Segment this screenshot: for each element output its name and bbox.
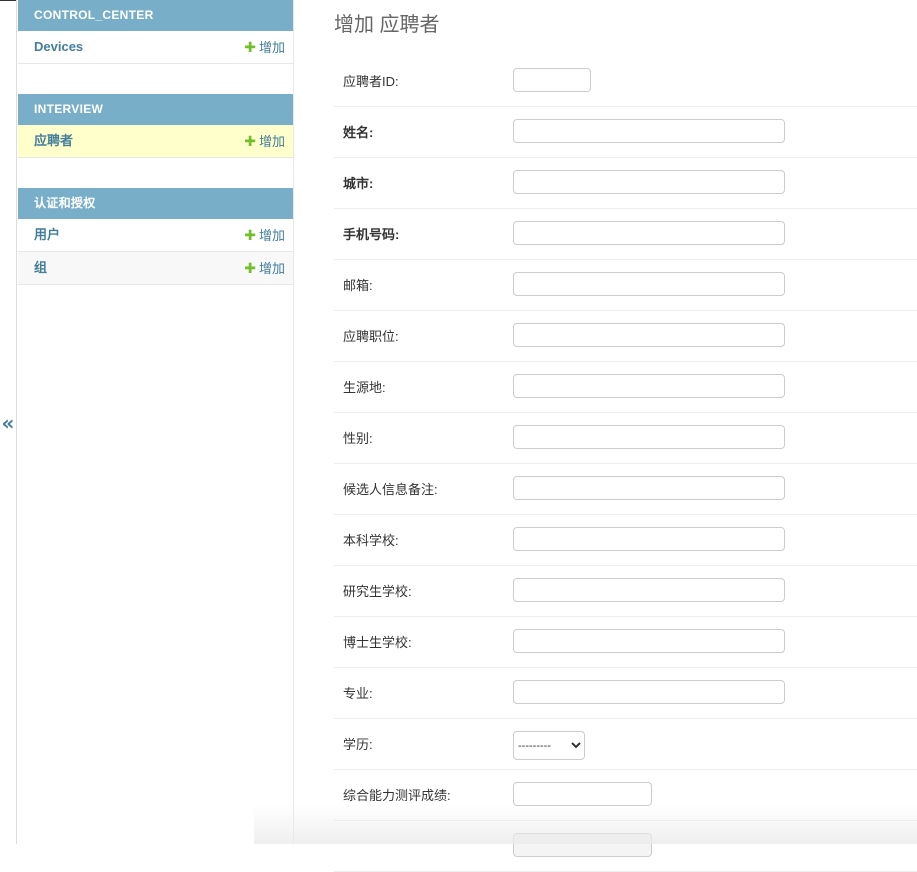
module-auth: 认证和授权 用户 ✚ 增加 组 ✚ 增加 bbox=[18, 188, 293, 285]
form-row-doctor-school: 博士生学校: bbox=[334, 617, 917, 668]
gender-input[interactable] bbox=[513, 425, 785, 449]
sidebar-item-devices: Devices ✚ 增加 bbox=[18, 31, 293, 64]
major-input[interactable] bbox=[513, 680, 785, 704]
test-score-label: 综合能力测评成绩: bbox=[343, 788, 451, 803]
major-label: 专业: bbox=[343, 686, 373, 701]
form-row-degree: 学历: --------- bbox=[334, 719, 917, 770]
plus-icon: ✚ bbox=[244, 39, 256, 55]
doctor-school-label: 博士生学校: bbox=[343, 635, 412, 650]
sidebar-item-users: 用户 ✚ 增加 bbox=[18, 219, 293, 252]
email-input[interactable] bbox=[513, 272, 785, 296]
degree-label: 学历: bbox=[343, 737, 373, 752]
notes-label: 候选人信息备注: bbox=[343, 482, 438, 497]
form-row-next bbox=[334, 821, 917, 872]
module-control-center: CONTROL_CENTER Devices ✚ 增加 bbox=[18, 0, 293, 64]
bachelor-school-label: 本科学校: bbox=[343, 533, 399, 548]
sidebar-item-groups-link[interactable]: 组 bbox=[34, 260, 47, 275]
origin-label: 生源地: bbox=[343, 380, 386, 395]
add-devices-link[interactable]: ✚ 增加 bbox=[244, 31, 285, 64]
name-input[interactable] bbox=[513, 119, 785, 143]
phone-label: 手机号码: bbox=[343, 227, 400, 242]
sidebar: CONTROL_CENTER Devices ✚ 增加 INTERVIEW 应聘者… bbox=[17, 0, 294, 844]
notes-input[interactable] bbox=[513, 476, 785, 500]
form-row-master-school: 研究生学校: bbox=[334, 566, 917, 617]
form-row-bachelor-school: 本科学校: bbox=[334, 515, 917, 566]
degree-select[interactable]: --------- bbox=[513, 731, 585, 760]
form-row-city: 城市: bbox=[334, 158, 917, 209]
candidate-id-label: 应聘者ID: bbox=[343, 74, 399, 89]
form-row-phone: 手机号码: bbox=[334, 209, 917, 260]
add-candidate-link[interactable]: ✚ 增加 bbox=[244, 125, 285, 158]
sidebar-item-candidates: 应聘者 ✚ 增加 bbox=[18, 125, 293, 158]
corner-line bbox=[0, 0, 16, 1]
form-row-name: 姓名: bbox=[334, 107, 917, 158]
candidate-id-input[interactable] bbox=[513, 68, 591, 92]
position-input[interactable] bbox=[513, 323, 785, 347]
collapse-sidebar-icon[interactable]: « bbox=[0, 411, 16, 435]
add-label: 增加 bbox=[258, 40, 285, 55]
plus-icon: ✚ bbox=[244, 260, 256, 276]
add-group-link[interactable]: ✚ 增加 bbox=[244, 252, 285, 285]
module-interview: INTERVIEW 应聘者 ✚ 增加 bbox=[18, 94, 293, 158]
form-row-email: 邮箱: bbox=[334, 260, 917, 311]
form-row-notes: 候选人信息备注: bbox=[334, 464, 917, 515]
module-header-interview[interactable]: INTERVIEW bbox=[18, 94, 293, 125]
add-label: 增加 bbox=[258, 228, 285, 243]
phone-input[interactable] bbox=[513, 221, 785, 245]
add-user-link[interactable]: ✚ 增加 bbox=[244, 219, 285, 252]
sidebar-item-devices-link[interactable]: Devices bbox=[34, 39, 83, 54]
form-row-position: 应聘职位: bbox=[334, 311, 917, 362]
position-label: 应聘职位: bbox=[343, 329, 399, 344]
doctor-school-input[interactable] bbox=[513, 629, 785, 653]
sidebar-item-users-link[interactable]: 用户 bbox=[34, 227, 60, 242]
form-row-candidate-id: 应聘者ID: bbox=[334, 56, 917, 107]
bachelor-school-input[interactable] bbox=[513, 527, 785, 551]
sidebar-collapse-strip: « bbox=[0, 0, 17, 844]
next-field-input[interactable] bbox=[513, 833, 652, 857]
city-input[interactable] bbox=[513, 170, 785, 194]
add-label: 增加 bbox=[258, 134, 285, 149]
origin-input[interactable] bbox=[513, 374, 785, 398]
plus-icon: ✚ bbox=[244, 227, 256, 243]
form-row-test-score: 综合能力测评成绩: bbox=[334, 770, 917, 821]
email-label: 邮箱: bbox=[343, 278, 373, 293]
module-header-control-center[interactable]: CONTROL_CENTER bbox=[18, 0, 293, 31]
sidebar-item-candidates-link[interactable]: 应聘者 bbox=[34, 133, 73, 148]
city-label: 城市: bbox=[343, 176, 374, 191]
name-label: 姓名: bbox=[343, 125, 374, 140]
form-row-gender: 性别: bbox=[334, 413, 917, 464]
master-school-input[interactable] bbox=[513, 578, 785, 602]
sidebar-item-groups: 组 ✚ 增加 bbox=[18, 252, 293, 285]
form-row-major: 专业: bbox=[334, 668, 917, 719]
plus-icon: ✚ bbox=[244, 133, 256, 149]
main-content: 增加 应聘者 应聘者ID: 姓名: 城市: 手机号码: 邮箱: 应聘职位: 生源… bbox=[254, 0, 917, 872]
form-row-origin: 生源地: bbox=[334, 362, 917, 413]
gender-label: 性别: bbox=[343, 431, 373, 446]
page-title: 增加 应聘者 bbox=[334, 14, 440, 36]
master-school-label: 研究生学校: bbox=[343, 584, 412, 599]
add-label: 增加 bbox=[258, 261, 285, 276]
module-header-auth[interactable]: 认证和授权 bbox=[18, 188, 293, 219]
test-score-input[interactable] bbox=[513, 782, 652, 806]
candidate-form: 应聘者ID: 姓名: 城市: 手机号码: 邮箱: 应聘职位: 生源地: 性别: bbox=[334, 56, 917, 872]
